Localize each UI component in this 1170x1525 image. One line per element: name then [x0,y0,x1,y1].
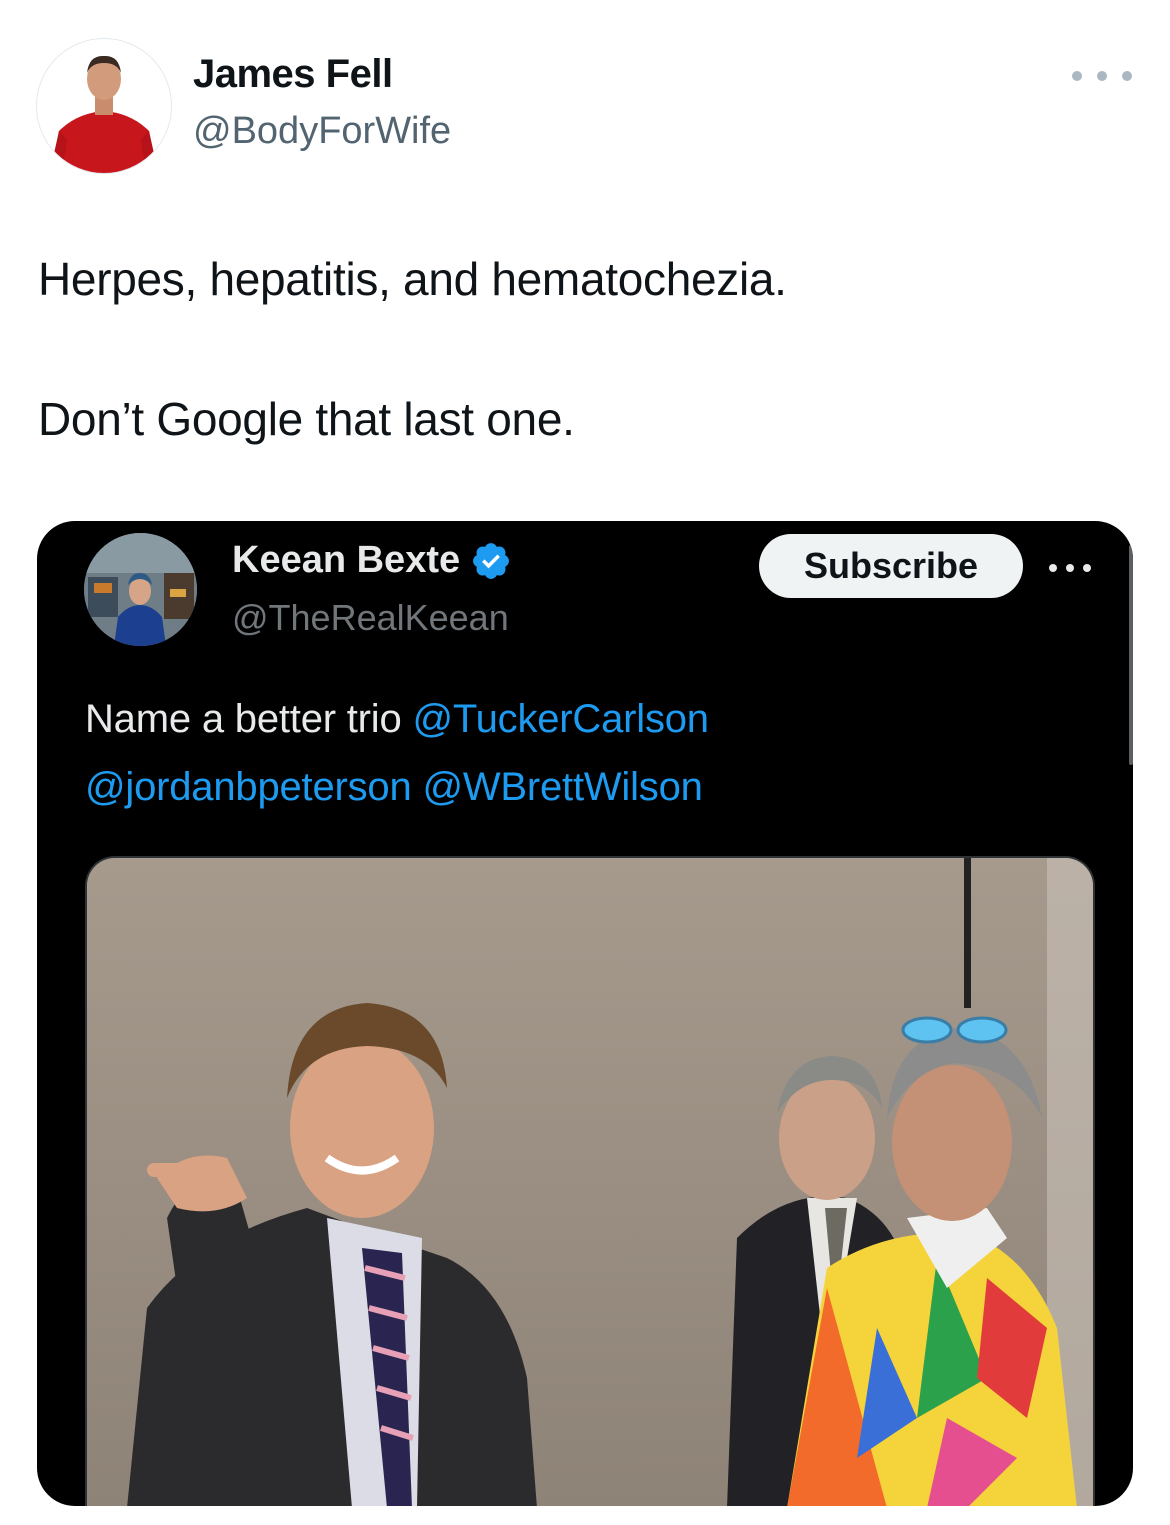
tweet: James Fell @BodyForWife Herpes, hepatiti… [0,0,1170,1525]
embedded-tweet-text-line-1: Name a better trio @TuckerCarlson [85,697,709,742]
embedded-author-name-text: Keean Bexte [232,539,461,581]
embedded-text-prefix: Name a better trio [85,697,413,741]
scrollbar[interactable] [1129,545,1133,765]
subscribe-button[interactable]: Subscribe [759,534,1023,598]
verified-badge-icon [473,542,510,579]
embedded-author-name[interactable]: Keean Bexte [232,539,512,582]
embedded-tweet-photo[interactable] [85,856,1095,1506]
mention-link-tuckercarlson[interactable]: @TuckerCarlson [412,697,709,741]
embedded-author-avatar[interactable] [84,533,197,646]
embedded-more-options-icon[interactable] [1049,562,1091,574]
mention-link-wbrettwilson[interactable]: @WBrettWilson [422,765,702,809]
tweet-text-line-2: Don’t Google that last one. [38,393,575,445]
tweet-text-line-1: Herpes, hepatitis, and hematochezia. [38,253,787,305]
embedded-author-handle[interactable]: @TheRealKeean [232,597,509,639]
mention-link-jordanbpeterson[interactable]: @jordanbpeterson [85,765,412,809]
author-handle[interactable]: @BodyForWife [193,110,451,153]
author-avatar[interactable] [36,38,172,174]
embedded-tweet-text-line-2: @jordanbpeterson @WBrettWilson [85,765,703,810]
more-options-icon[interactable] [1072,62,1132,90]
photo-illustration [87,858,1093,1506]
author-name[interactable]: James Fell [193,52,393,97]
embedded-tweet-screenshot[interactable]: Keean Bexte @TheRealKeean Subscribe Name… [37,521,1133,1506]
